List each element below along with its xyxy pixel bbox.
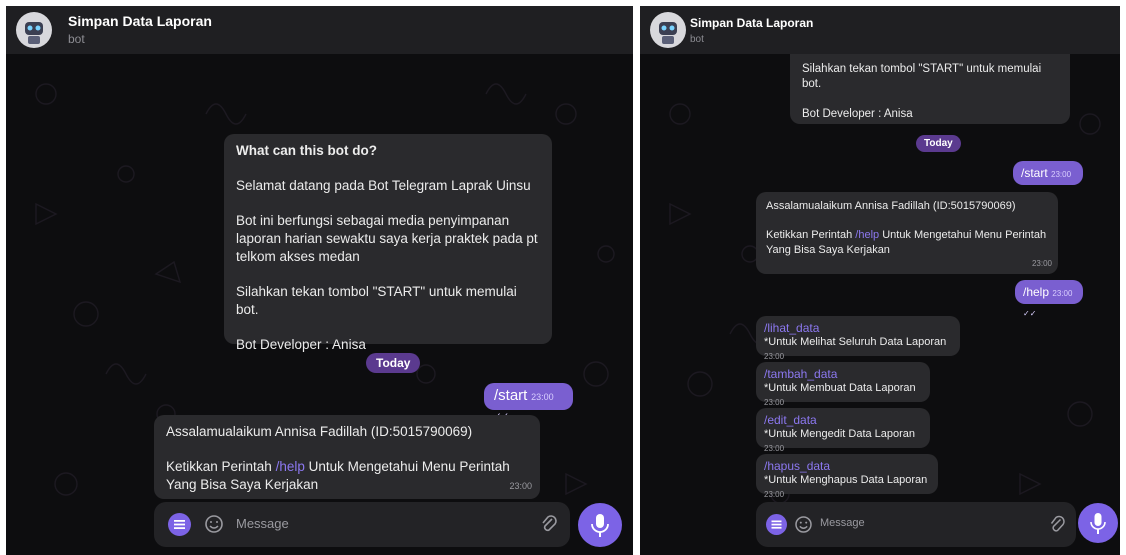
command-bubble: /tambah_data *Untuk Membuat Data Laporan…	[756, 362, 930, 407]
robot-icon	[25, 22, 43, 44]
command-description: *Untuk Menghapus Data Laporan	[764, 474, 928, 486]
attach-icon[interactable]	[1049, 515, 1066, 534]
message-text: /help	[1023, 285, 1050, 299]
message-text: /start	[494, 387, 528, 404]
microphone-icon	[1090, 513, 1106, 534]
message-time: 23:00	[509, 481, 532, 491]
command-link[interactable]: /hapus_data	[764, 459, 930, 473]
reply-text: Ketikkan Perintah	[766, 229, 856, 241]
robot-icon	[659, 22, 677, 44]
help-command-link[interactable]: /help	[855, 229, 879, 241]
chat-subtitle: bot	[68, 32, 85, 46]
date-separator: Today	[366, 353, 421, 373]
bot-reply-bubble: Assalamualaikum Annisa Fadillah (ID:5015…	[154, 415, 540, 499]
chat-title: Simpan Data Laporan	[68, 13, 212, 29]
intro-heading: What can this bot do?	[236, 143, 377, 158]
bot-menu-icon[interactable]	[168, 513, 191, 536]
message-time: 23:00	[1031, 259, 1052, 268]
intro-paragraph: Bot Developer : Anisa	[802, 108, 913, 120]
intro-paragraph: Silahkan tekan tombol "START" untuk memu…	[802, 63, 1042, 90]
message-input[interactable]: Message	[236, 516, 289, 531]
attach-icon[interactable]	[540, 514, 558, 534]
message-time: 23:00	[764, 352, 785, 361]
message-input[interactable]: Message	[820, 517, 865, 529]
message-time: 23:00	[1052, 289, 1073, 298]
intro-paragraph: Selamat datang pada Bot Telegram Laprak …	[236, 178, 531, 193]
intro-paragraph: Silahkan tekan tombol "START" untuk memu…	[236, 284, 517, 317]
microphone-icon	[591, 514, 609, 537]
outgoing-message[interactable]: /start 23:00 ✓✓	[484, 383, 573, 421]
intro-paragraph: Bot Developer : Anisa	[236, 337, 366, 352]
command-bubble: /edit_data *Untuk Mengedit Data Laporan …	[756, 408, 930, 453]
reply-line: Assalamualaikum Annisa Fadillah (ID:5015…	[766, 200, 1016, 212]
reply-text: Ketikkan Perintah	[166, 459, 276, 474]
command-description: *Untuk Mengedit Data Laporan	[764, 428, 916, 440]
chat-panel-left: Simpan Data Laporan bot What can this bo…	[6, 6, 633, 555]
chat-title: Simpan Data Laporan	[690, 16, 814, 30]
command-link[interactable]: /tambah_data	[764, 367, 922, 381]
bot-menu-icon[interactable]	[766, 514, 787, 535]
message-text: /start	[1021, 166, 1048, 180]
outgoing-message[interactable]: /help 23:00 ✓✓	[1015, 280, 1083, 318]
chat-subtitle: bot	[690, 34, 704, 45]
chat-header[interactable]: Simpan Data Laporan bot	[6, 6, 633, 54]
message-time: 23:00	[764, 444, 785, 453]
message-composer: Message	[154, 502, 570, 547]
emoji-icon[interactable]	[794, 515, 813, 534]
message-time: 23:00	[531, 392, 554, 402]
emoji-icon[interactable]	[204, 514, 224, 534]
command-link[interactable]: /lihat_data	[764, 321, 952, 335]
command-bubble: /lihat_data *Untuk Melihat Seluruh Data …	[756, 316, 960, 361]
command-description: *Untuk Melihat Seluruh Data Laporan	[764, 336, 947, 348]
voice-record-button[interactable]	[1078, 503, 1118, 543]
message-time: 23:00	[1051, 170, 1072, 179]
message-composer: Message	[756, 502, 1076, 547]
chat-panel-right: Simpan Data Laporan bot Silahkan tekan t…	[640, 6, 1120, 555]
date-separator: Today	[916, 135, 961, 152]
help-command-link[interactable]: /help	[276, 459, 305, 474]
command-description: *Untuk Membuat Data Laporan	[764, 382, 916, 394]
double-check-icon: ✓✓	[1023, 309, 1037, 318]
chat-header[interactable]: Simpan Data Laporan bot	[640, 6, 1120, 54]
bot-avatar[interactable]	[16, 12, 52, 48]
reply-line: Assalamualaikum Annisa Fadillah (ID:5015…	[166, 424, 473, 439]
message-time: 23:00	[764, 490, 785, 499]
bot-avatar[interactable]	[650, 12, 686, 48]
command-link[interactable]: /edit_data	[764, 413, 922, 427]
bot-reply-bubble: Assalamualaikum Annisa Fadillah (ID:5015…	[756, 192, 1058, 274]
message-time: 23:00	[764, 398, 785, 407]
bot-intro-bubble: What can this bot do? Selamat datang pad…	[224, 134, 552, 352]
intro-paragraph: Bot ini berfungsi sebagai media penyimpa…	[236, 213, 538, 264]
voice-record-button[interactable]	[578, 503, 622, 547]
command-bubble: /hapus_data *Untuk Menghapus Data Lapora…	[756, 454, 938, 499]
outgoing-message[interactable]: /start 23:00 ✓✓	[1013, 161, 1083, 199]
bot-intro-bubble: Silahkan tekan tombol "START" untuk memu…	[790, 54, 1070, 124]
